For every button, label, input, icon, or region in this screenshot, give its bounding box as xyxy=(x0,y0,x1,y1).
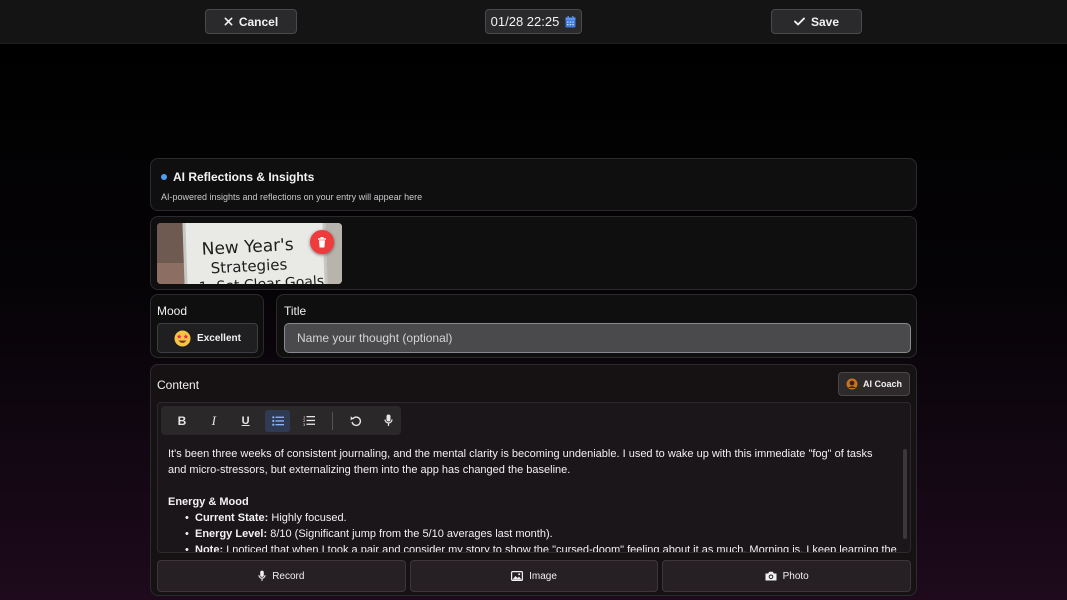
numbered-list-icon: 1 2 3 xyxy=(303,415,316,426)
camera-icon xyxy=(765,571,777,581)
bullet-text: I noticed that when I took a pair and co… xyxy=(226,544,897,553)
undo-icon xyxy=(350,415,362,426)
cancel-button[interactable]: Cancel xyxy=(205,9,297,34)
bullet-key: Current State: xyxy=(195,512,269,524)
list-item: Energy Level: 8/10 (Significant jump fro… xyxy=(185,526,893,542)
bullet-key: Energy Level: xyxy=(195,528,268,540)
image-label: Image xyxy=(529,570,557,582)
microphone-icon xyxy=(258,570,266,581)
attachment-panel: New Year's Strategies 1. Set Clear Goals xyxy=(150,216,917,290)
list-item: Note: I noticed that when I took a pair … xyxy=(185,542,897,553)
editor-content: It's been three weeks of consistent jour… xyxy=(168,446,897,553)
media-actions: Record Image Photo xyxy=(157,560,912,592)
image-button[interactable]: Image xyxy=(409,560,659,592)
ai-reflections-panel: AI Reflections & Insights AI-powered ins… xyxy=(150,158,917,211)
title-label: Title xyxy=(284,304,307,318)
ai-coach-button[interactable]: AI Coach xyxy=(838,372,910,396)
bullet-text: Highly focused. xyxy=(271,512,347,524)
status-dot-icon xyxy=(161,174,167,180)
bullet-list-icon xyxy=(271,415,284,426)
rich-text-editor[interactable]: B I U 1 2 3 It's been three weeks of con… xyxy=(157,402,911,553)
check-icon xyxy=(794,17,805,26)
numbered-list-button[interactable]: 1 2 3 xyxy=(296,410,322,432)
photo-button[interactable]: Photo xyxy=(662,560,912,592)
save-label: Save xyxy=(810,14,840,29)
mood-label: Mood xyxy=(157,304,188,318)
photo-label: Photo xyxy=(782,570,809,582)
microphone-icon xyxy=(383,414,393,426)
editor-scrollbar[interactable] xyxy=(903,449,907,539)
top-bar: Cancel 01/28 22:25 Save xyxy=(0,0,1067,44)
star-struck-emoji-icon xyxy=(174,330,191,346)
mood-panel: Mood Excellent xyxy=(150,294,264,358)
underline-icon: U xyxy=(241,414,250,427)
title-input[interactable] xyxy=(284,323,911,353)
ai-panel-title: AI Reflections & Insights xyxy=(173,170,315,184)
cancel-label: Cancel xyxy=(238,14,279,29)
ai-coach-label: AI Coach xyxy=(862,379,902,389)
coach-avatar-icon xyxy=(846,378,858,390)
toolbar-divider xyxy=(332,411,334,430)
bullet-list-button[interactable] xyxy=(264,409,291,432)
bullet-text: 8/10 (Significant jump from the 5/10 ave… xyxy=(270,528,553,540)
mood-value: Excellent xyxy=(197,332,241,344)
mood-selector-button[interactable]: Excellent xyxy=(157,323,258,353)
bold-icon: B xyxy=(177,413,187,428)
save-button[interactable]: Save xyxy=(771,9,862,34)
ai-panel-subtitle: AI-powered insights and reflections on y… xyxy=(161,192,423,202)
record-label: Record xyxy=(272,570,305,582)
record-button[interactable]: Record xyxy=(157,560,406,592)
trash-icon xyxy=(318,236,326,247)
bold-button[interactable]: B xyxy=(169,410,195,432)
underline-button[interactable]: U xyxy=(233,410,259,432)
content-paragraph: It's been three weeks of consistent jour… xyxy=(168,448,873,476)
italic-button[interactable]: I xyxy=(201,410,227,432)
content-bullet-list: Current State: Highly focused. Energy Le… xyxy=(185,510,897,553)
content-heading: Energy & Mood xyxy=(168,496,249,508)
content-label: Content xyxy=(157,378,200,392)
delete-image-button[interactable] xyxy=(310,230,334,254)
image-icon xyxy=(511,571,524,581)
bullet-key: Note: xyxy=(195,544,224,553)
svg-text:3: 3 xyxy=(303,423,305,426)
list-item: Current State: Highly focused. xyxy=(185,510,893,526)
datetime-value: 01/28 22:25 xyxy=(490,14,560,29)
close-icon xyxy=(224,17,233,26)
calendar-icon xyxy=(565,15,576,27)
dictation-button[interactable] xyxy=(375,410,401,432)
italic-icon: I xyxy=(211,412,216,428)
datetime-picker[interactable]: 01/28 22:25 xyxy=(485,9,582,34)
content-panel: Content AI Coach B I U 1 2 3 It's been t… xyxy=(150,364,917,596)
undo-button[interactable] xyxy=(343,410,369,432)
formatting-toolbar: B I U 1 2 3 xyxy=(161,406,401,435)
title-panel: Title xyxy=(276,294,917,358)
